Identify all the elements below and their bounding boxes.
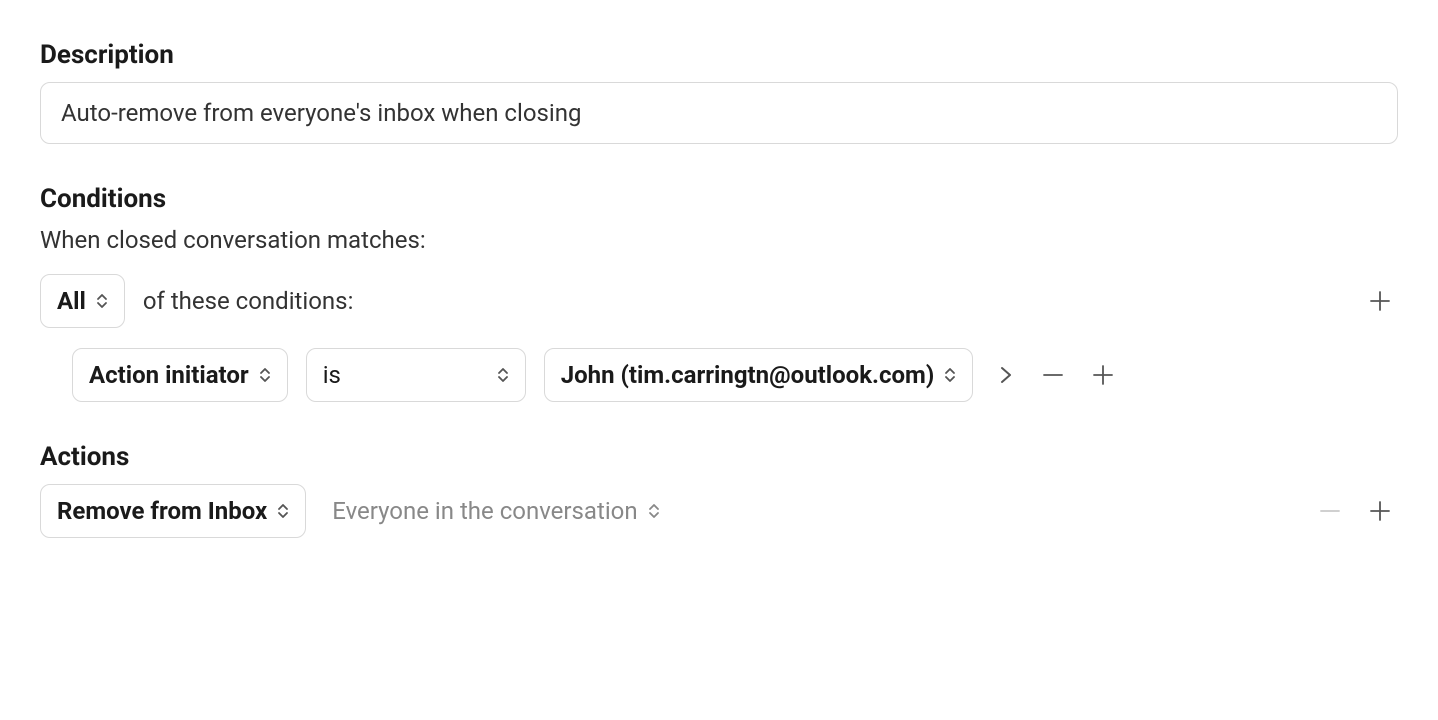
actions-title: Actions	[40, 442, 1398, 472]
add-condition-group-button[interactable]	[1362, 283, 1398, 319]
description-title: Description	[40, 40, 1398, 70]
match-mode-label: All	[57, 287, 86, 315]
match-mode-select[interactable]: All	[40, 274, 125, 328]
conditions-section: Conditions When closed conversation matc…	[40, 184, 1398, 402]
conditions-title: Conditions	[40, 184, 1398, 214]
chevron-updown-icon	[96, 293, 108, 309]
add-action-button[interactable]	[1362, 493, 1398, 529]
action-row: Remove from Inbox Everyone in the conver…	[40, 484, 1398, 538]
action-target-select[interactable]: Everyone in the conversation	[324, 485, 667, 537]
action-type-select[interactable]: Remove from Inbox	[40, 484, 306, 538]
match-suffix-label: of these conditions:	[143, 287, 354, 315]
actions-section: Actions Remove from Inbox Everyone in th…	[40, 442, 1398, 538]
chevron-updown-icon	[944, 367, 956, 383]
condition-operator-select[interactable]: is	[306, 348, 526, 402]
expand-condition-button[interactable]	[991, 357, 1021, 393]
conditions-subtext: When closed conversation matches:	[40, 226, 1398, 254]
add-condition-button[interactable]	[1085, 357, 1121, 393]
action-target-label: Everyone in the conversation	[332, 497, 637, 525]
condition-value-label: John (tim.carringtn@outlook.com)	[561, 361, 935, 389]
action-row-actions	[1312, 493, 1398, 529]
remove-action-button	[1312, 493, 1348, 529]
condition-row: Action initiator is John (tim.carringtn@…	[72, 348, 1398, 402]
condition-row-actions	[991, 357, 1121, 393]
conditions-match-row: All of these conditions:	[40, 274, 1398, 328]
description-input[interactable]	[40, 82, 1398, 144]
chevron-updown-icon	[497, 367, 509, 383]
action-type-label: Remove from Inbox	[57, 497, 267, 525]
chevron-updown-icon	[277, 503, 289, 519]
description-section: Description	[40, 40, 1398, 144]
condition-operator-label: is	[323, 361, 341, 389]
chevron-updown-icon	[259, 367, 271, 383]
remove-condition-button[interactable]	[1035, 357, 1071, 393]
condition-field-select[interactable]: Action initiator	[72, 348, 288, 402]
chevron-updown-icon	[648, 503, 660, 519]
condition-value-select[interactable]: John (tim.carringtn@outlook.com)	[544, 348, 974, 402]
condition-field-label: Action initiator	[89, 361, 249, 389]
